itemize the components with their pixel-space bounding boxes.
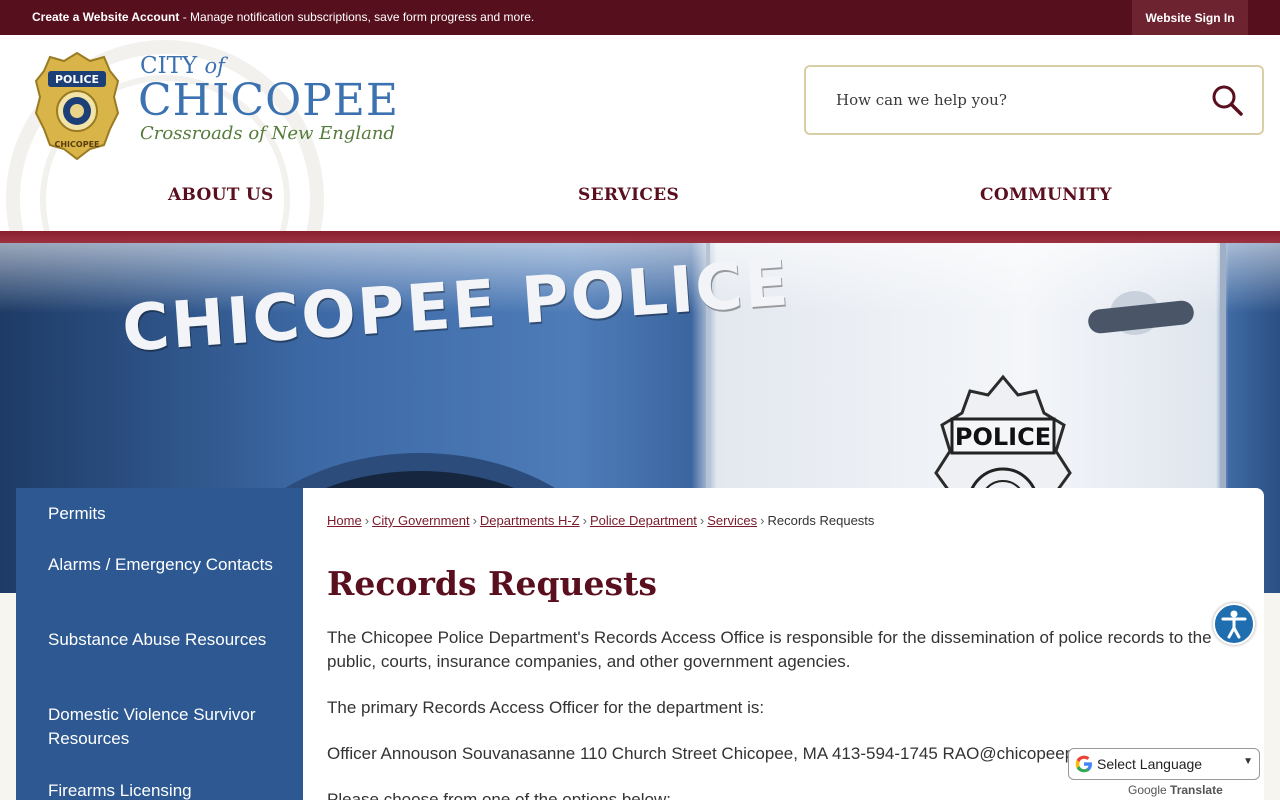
page-title: Records Requests <box>327 564 657 603</box>
breadcrumb-police-department[interactable]: Police Department <box>590 513 697 528</box>
sidebar-item-permits[interactable]: Permits <box>48 502 278 526</box>
logo-city-name: CHICOPEE <box>138 75 399 126</box>
breadcrumb-city-government[interactable]: City Government <box>372 513 470 528</box>
chevron-down-icon: ▼ <box>1243 756 1253 767</box>
search-icon[interactable] <box>1210 83 1244 117</box>
breadcrumb-home[interactable]: Home <box>327 513 362 528</box>
records-officer-intro: The primary Records Access Officer for t… <box>327 698 765 717</box>
top-utility-bar: Create a Website Account - Manage notifi… <box>0 0 1280 35</box>
options-intro: Please choose from one of the options be… <box>327 790 671 800</box>
sidebar-nav: Permits Alarms / Emergency Contacts Subs… <box>16 488 303 800</box>
police-badge-icon: POLICE CHICOPEE <box>34 51 120 161</box>
breadcrumb-departments-h-z[interactable]: Departments H-Z <box>480 513 580 528</box>
search-input[interactable] <box>836 85 1196 115</box>
site-search <box>804 65 1264 135</box>
badge-bottom-text: CHICOPEE <box>54 140 99 149</box>
nav-services[interactable]: SERVICES <box>578 185 679 205</box>
breadcrumb-services[interactable]: Services <box>707 513 757 528</box>
powered-by-google-translate[interactable]: Google Translate <box>1128 783 1223 797</box>
intro-paragraph: The Chicopee Police Department's Records… <box>327 628 1212 671</box>
google-g-icon <box>1075 755 1092 773</box>
sidebar-item-domestic-violence-survivor-resources[interactable]: Domestic Violence Survivor Resources <box>48 703 278 751</box>
sidebar-item-firearms-licensing[interactable]: Firearms Licensing <box>48 779 278 800</box>
account-description: - Manage notification subscriptions, sav… <box>179 10 535 24</box>
badge-top-text: POLICE <box>55 73 99 86</box>
breadcrumb: Home › City Government › Departments H-Z › Pol… <box>327 513 875 528</box>
account-message: Create a Website Account - Manage notifi… <box>32 10 534 24</box>
door-badge-text: POLICE <box>955 423 1051 451</box>
city-logo[interactable]: POLICE CHICOPEE CITY of CHICOPEE Crossro… <box>34 51 414 161</box>
create-account-link[interactable]: Create a Website Account <box>32 10 179 24</box>
translate-word: Translate <box>1170 783 1223 797</box>
site-header: POLICE CHICOPEE CITY of CHICOPEE Crossro… <box>0 35 1280 231</box>
accessibility-button[interactable] <box>1213 603 1255 645</box>
header-divider <box>0 231 1280 243</box>
website-sign-in-button[interactable]: Website Sign In <box>1132 0 1248 35</box>
sidebar-item-alarms-emergency-contacts[interactable]: Alarms / Emergency Contacts <box>48 553 278 577</box>
breadcrumb-current: Records Requests <box>767 513 875 528</box>
accessibility-icon <box>1221 610 1247 639</box>
language-select[interactable]: Select Language ▼ <box>1068 748 1260 780</box>
nav-about-us[interactable]: ABOUT US <box>168 185 274 205</box>
nav-community[interactable]: COMMUNITY <box>980 185 1112 205</box>
google-wordmark: Google <box>1128 783 1167 797</box>
logo-tagline: Crossroads of New England <box>140 123 395 144</box>
language-select-label: Select Language <box>1097 756 1203 772</box>
sidebar-item-substance-abuse-resources[interactable]: Substance Abuse Resources <box>48 628 278 652</box>
